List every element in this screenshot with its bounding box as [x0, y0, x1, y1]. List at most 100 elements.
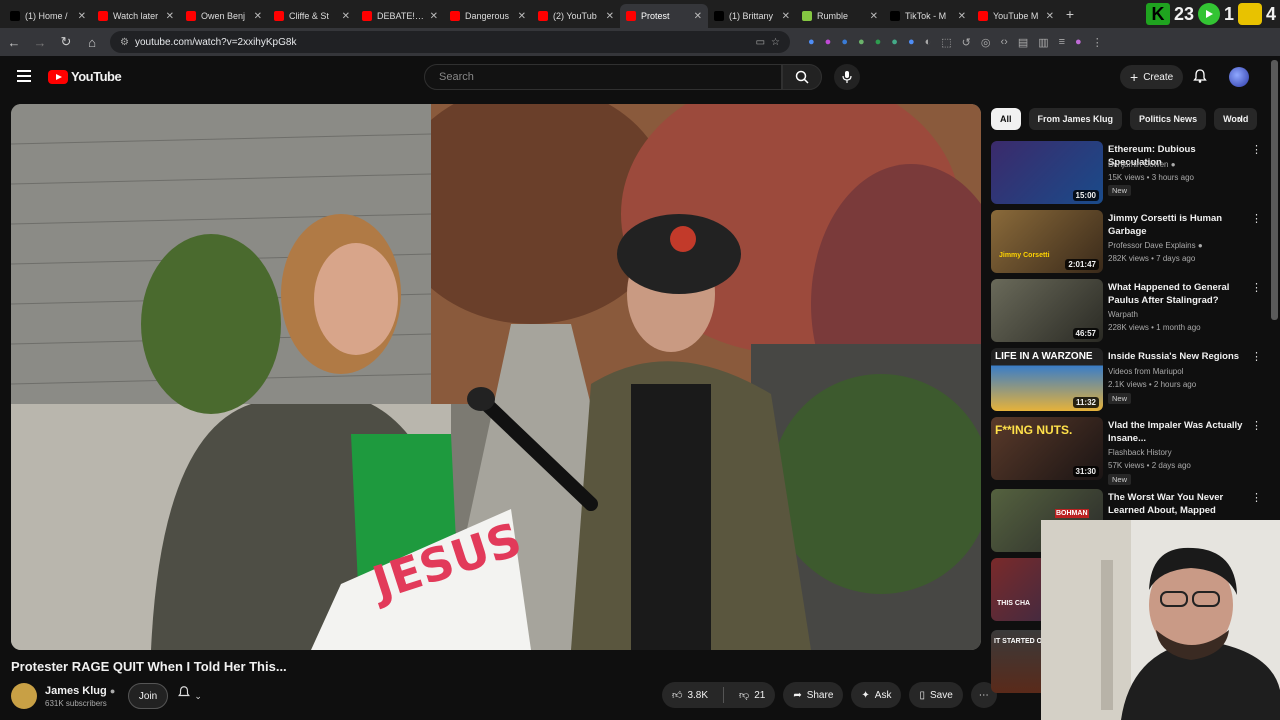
browser-tab[interactable]: Watch later ✕	[92, 4, 180, 28]
rec-channel[interactable]: Videos from Mariupol	[1108, 367, 1183, 376]
more-vertical-icon[interactable]: ⋮	[1251, 419, 1262, 432]
close-tab-icon[interactable]: ✕	[430, 11, 438, 22]
close-tab-icon[interactable]: ✕	[694, 11, 702, 22]
youtube-logo[interactable]: YouTube	[48, 69, 122, 84]
close-tab-icon[interactable]: ✕	[342, 11, 350, 22]
video-thumbnail[interactable]: LIFE IN A WARZONE 11:32	[991, 348, 1103, 411]
subscription-bell-button[interactable]: ⌄	[177, 685, 202, 702]
browser-tab[interactable]: (2) YouTub ✕	[532, 4, 620, 28]
create-button[interactable]: + Create	[1120, 65, 1184, 89]
account-avatar[interactable]	[1229, 67, 1249, 87]
rec-title[interactable]: The Worst War You Never Learned About, M…	[1108, 491, 1243, 517]
close-tab-icon[interactable]: ✕	[782, 11, 790, 22]
extension-icon[interactable]: ●	[825, 36, 832, 49]
rec-channel[interactable]: Professor Dave Explains ●	[1108, 241, 1203, 250]
video-thumbnail[interactable]: Jimmy Corsetti 2:01:47	[991, 210, 1103, 273]
extension-icon[interactable]: ◎	[981, 36, 991, 49]
rec-title[interactable]: Inside Russia's New Regions	[1108, 350, 1243, 363]
search-button[interactable]	[782, 64, 822, 90]
video-thumbnail[interactable]: 46:57	[991, 279, 1103, 342]
close-tab-icon[interactable]: ✕	[518, 11, 526, 22]
video-player[interactable]: JESUS	[11, 104, 981, 650]
home-icon[interactable]: ⌂	[84, 35, 100, 50]
channel-name[interactable]: James Klug ●	[45, 685, 115, 697]
extension-icon[interactable]: ●	[908, 36, 915, 49]
address-bar[interactable]: ⚙ youtube.com/watch?v=2xxihyKpG8k ▭ ☆	[110, 31, 790, 53]
like-button[interactable]: 👍︎ 3.8K	[662, 682, 718, 708]
more-vertical-icon[interactable]: ⋮	[1251, 212, 1262, 225]
history-icon[interactable]: ↺	[962, 36, 971, 49]
close-tab-icon[interactable]: ✕	[606, 11, 614, 22]
bookmark-star-icon[interactable]: ☆	[771, 37, 780, 48]
browser-tab[interactable]: (1) Brittany ✕	[708, 4, 796, 28]
page-scrollbar[interactable]	[1271, 60, 1278, 320]
extension-icon[interactable]: ◐	[925, 36, 932, 49]
browser-tab[interactable]: YouTube M ✕	[972, 4, 1060, 28]
extension-icon[interactable]: ●	[891, 36, 898, 49]
browser-tab[interactable]: Owen Benj ✕	[180, 4, 268, 28]
extension-icon[interactable]: ●	[841, 36, 848, 49]
reload-icon[interactable]: ↻	[58, 34, 74, 50]
channel-avatar[interactable]	[11, 683, 37, 709]
chip-world[interactable]: World	[1214, 108, 1258, 130]
back-icon[interactable]: ←	[6, 35, 22, 50]
ask-button[interactable]: ✦ Ask	[851, 682, 902, 708]
voice-search-button[interactable]	[834, 64, 860, 90]
join-button[interactable]: Join	[128, 683, 168, 709]
recommendation-item[interactable]: LIFE IN A WARZONE 11:32 Inside Russia's …	[991, 348, 1262, 412]
rec-title[interactable]: What Happened to General Paulus After St…	[1108, 281, 1243, 307]
more-icon[interactable]: ⋮	[1092, 36, 1103, 49]
close-tab-icon[interactable]: ✕	[870, 11, 878, 22]
cast-icon[interactable]: ▭	[756, 37, 765, 48]
rec-channel[interactable]: Benjamin Cowen ●	[1108, 160, 1176, 169]
rec-title[interactable]: Vlad the Impaler Was Actually Insane...	[1108, 419, 1243, 445]
recommendation-item[interactable]: 46:57 What Happened to General Paulus Af…	[991, 279, 1262, 343]
more-vertical-icon[interactable]: ⋮	[1251, 143, 1262, 156]
hamburger-menu-icon[interactable]	[17, 70, 31, 85]
more-vertical-icon[interactable]: ⋮	[1251, 350, 1262, 363]
puzzle-icon[interactable]: ⬚	[941, 36, 951, 49]
video-thumbnail[interactable]: 15:00	[991, 141, 1103, 204]
extension-icon[interactable]: ●	[875, 36, 882, 49]
browser-tab[interactable]: Rumble ✕	[796, 4, 884, 28]
rec-channel[interactable]: Flashback History	[1108, 448, 1172, 457]
recommendation-item[interactable]: 15:00 Ethereum: Dubious Speculation Benj…	[991, 141, 1262, 205]
close-tab-icon[interactable]: ✕	[958, 11, 966, 22]
chip-from-channel[interactable]: From James Klug	[1028, 108, 1123, 130]
menu-icon[interactable]: ≡	[1059, 36, 1065, 49]
browser-tab[interactable]: Dangerous ✕	[444, 4, 532, 28]
download-icon[interactable]: ▥	[1038, 36, 1048, 49]
chip-all[interactable]: All	[991, 108, 1021, 130]
recommendation-item[interactable]: Jimmy Corsetti 2:01:47 Jimmy Corsetti is…	[991, 210, 1262, 274]
share-button[interactable]: ➦ Share	[783, 682, 844, 708]
code-icon[interactable]: ‹›	[1000, 36, 1007, 49]
chip-politics-news[interactable]: Politics News	[1130, 108, 1207, 130]
new-tab-button[interactable]: +	[1060, 6, 1080, 22]
browser-tab[interactable]: TikTok - M ✕	[884, 4, 972, 28]
browser-tab[interactable]: (1) Home / ✕	[4, 4, 92, 28]
save-button[interactable]: ▯ Save	[909, 682, 963, 708]
rec-title[interactable]: Jimmy Corsetti is Human Garbage	[1108, 212, 1243, 238]
search-input[interactable]: Search	[424, 64, 782, 90]
video-thumbnail[interactable]: F**ING NUTS. 31:30	[991, 417, 1103, 480]
extension-icon[interactable]: ●	[808, 36, 815, 49]
chevron-right-icon[interactable]: ›	[1238, 112, 1242, 126]
recommendation-item[interactable]: F**ING NUTS. 31:30 Vlad the Impaler Was …	[991, 417, 1262, 485]
close-tab-icon[interactable]: ✕	[1046, 11, 1054, 22]
profile-icon[interactable]: ●	[1075, 36, 1082, 49]
close-tab-icon[interactable]: ✕	[166, 11, 174, 22]
notifications-button[interactable]	[1192, 68, 1208, 89]
more-vertical-icon[interactable]: ⋮	[1251, 281, 1262, 294]
browser-tab[interactable]: Cliffe & St ✕	[268, 4, 356, 28]
rec-channel[interactable]: Warpath	[1108, 310, 1138, 319]
forward-icon[interactable]: →	[32, 35, 48, 50]
close-tab-icon[interactable]: ✕	[254, 11, 262, 22]
browser-tab[interactable]: Protest ✕	[620, 4, 708, 28]
close-tab-icon[interactable]: ✕	[78, 11, 86, 22]
sidebar-icon[interactable]: ▤	[1018, 36, 1028, 49]
dislike-button[interactable]: 👎︎ 21	[729, 682, 775, 708]
site-info-icon[interactable]: ⚙	[120, 37, 129, 48]
browser-tab[interactable]: DEBATE! W ✕	[356, 4, 444, 28]
extension-icon[interactable]: ●	[858, 36, 865, 49]
more-vertical-icon[interactable]: ⋮	[1251, 491, 1262, 504]
